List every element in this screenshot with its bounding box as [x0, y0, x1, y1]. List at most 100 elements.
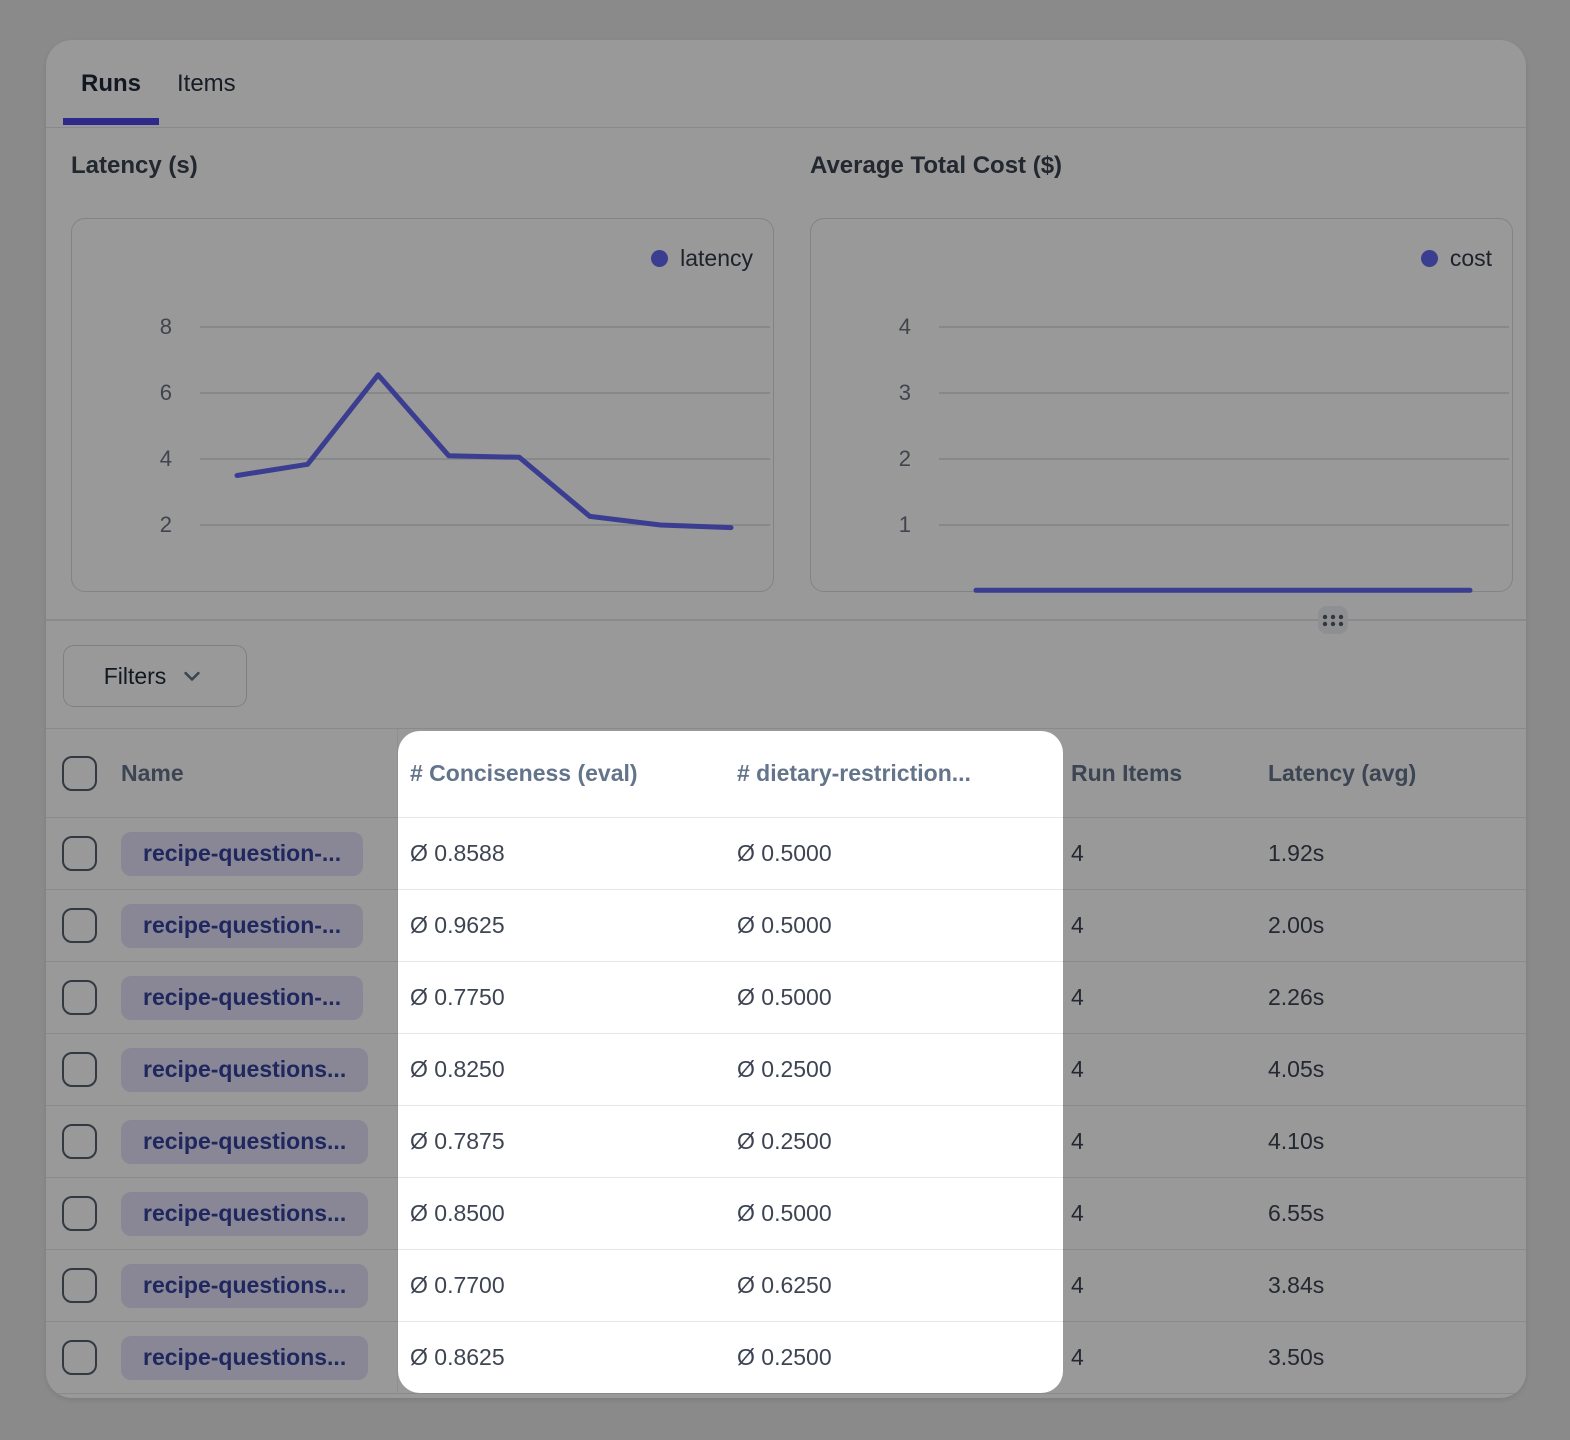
dietary-value: Ø 0.5000 [729, 984, 1062, 1011]
dietary-value: Ø 0.2500 [729, 1056, 1062, 1083]
tab-runs[interactable]: Runs [63, 40, 159, 127]
row-checkbox[interactable] [62, 1340, 97, 1375]
latency-value: 6.55s [1255, 1200, 1526, 1227]
latency-chart: latency 2468 [71, 218, 774, 592]
run-name-badge[interactable]: recipe-questions... [121, 1192, 368, 1236]
run-name-badge[interactable]: recipe-questions... [121, 1264, 368, 1308]
cost-chart-legend: cost [1421, 245, 1492, 272]
table-row[interactable]: recipe-questions... Ø 0.8625Ø 0.250043.5… [46, 1322, 1526, 1394]
page: Runs Items Latency (s) Average Total Cos… [0, 0, 1570, 1440]
run-name-badge[interactable]: recipe-question-... [121, 832, 363, 876]
run-items-value: 4 [1062, 1344, 1255, 1371]
table-row[interactable]: recipe-questions... Ø 0.8250Ø 0.250044.0… [46, 1034, 1526, 1106]
latency-chart-legend: latency [651, 245, 753, 272]
run-items-value: 4 [1062, 1056, 1255, 1083]
row-checkbox[interactable] [62, 836, 97, 871]
conciseness-value: Ø 0.8588 [397, 818, 729, 889]
latency-chart-plot [72, 219, 775, 593]
latency-value: 2.26s [1255, 984, 1526, 1011]
dietary-value: Ø 0.2500 [729, 1128, 1062, 1155]
latency-value: 4.05s [1255, 1056, 1526, 1083]
column-header-latency-avg[interactable]: Latency (avg) [1255, 760, 1526, 787]
row-checkbox[interactable] [62, 1196, 97, 1231]
run-name-cell: recipe-question-... [116, 904, 397, 948]
row-checkbox[interactable] [62, 980, 97, 1015]
tab-runs-label: Runs [81, 70, 141, 98]
conciseness-value: Ø 0.7875 [397, 1106, 729, 1177]
row-checkbox-cell [46, 1052, 116, 1087]
column-header-conciseness[interactable]: # Conciseness (eval) [397, 729, 729, 817]
conciseness-value: Ø 0.7750 [397, 962, 729, 1033]
latency-value: 3.84s [1255, 1272, 1526, 1299]
runs-table: Name # Conciseness (eval) # dietary-rest… [46, 728, 1526, 1398]
column-header-run-items[interactable]: Run Items [1062, 760, 1255, 787]
conciseness-value: Ø 0.8250 [397, 1034, 729, 1105]
latency-legend-dot-icon [651, 250, 668, 267]
run-items-value: 4 [1062, 1272, 1255, 1299]
row-checkbox-cell [46, 1340, 116, 1375]
y-axis-tick: 4 [102, 444, 172, 474]
dietary-value: Ø 0.5000 [729, 1200, 1062, 1227]
run-name-badge[interactable]: recipe-question-... [121, 904, 363, 948]
column-header-name[interactable]: Name [116, 760, 397, 787]
latency-value: 3.50s [1255, 1344, 1526, 1371]
tabs-bar: Runs Items [46, 40, 1526, 128]
run-name-badge[interactable]: recipe-questions... [121, 1336, 368, 1380]
run-name-cell: recipe-questions... [116, 1192, 397, 1236]
y-axis-tick: 3 [841, 378, 911, 408]
table-row[interactable]: recipe-questions... Ø 0.7700Ø 0.625043.8… [46, 1250, 1526, 1322]
grip-dots-icon [1320, 609, 1346, 631]
resize-handle[interactable] [1318, 606, 1348, 634]
tab-items-label: Items [177, 70, 236, 98]
filters-button-label: Filters [104, 663, 167, 690]
latency-value: 4.10s [1255, 1128, 1526, 1155]
run-name-cell: recipe-question-... [116, 832, 397, 876]
y-axis-tick: 6 [102, 378, 172, 408]
table-row[interactable]: recipe-questions... Ø 0.8500Ø 0.500046.5… [46, 1178, 1526, 1250]
table-header-row: Name # Conciseness (eval) # dietary-rest… [46, 729, 1526, 818]
run-name-cell: recipe-question-... [116, 976, 397, 1020]
table-row[interactable]: recipe-question-... Ø 0.8588Ø 0.500041.9… [46, 818, 1526, 890]
table-body: recipe-question-... Ø 0.8588Ø 0.500041.9… [46, 818, 1526, 1394]
run-items-value: 4 [1062, 984, 1255, 1011]
run-name-badge[interactable]: recipe-questions... [121, 1048, 368, 1092]
y-axis-tick: 2 [841, 444, 911, 474]
y-axis-tick: 1 [841, 510, 911, 540]
run-name-cell: recipe-questions... [116, 1264, 397, 1308]
select-all-checkbox[interactable] [62, 756, 97, 791]
cost-chart-plot [811, 219, 1514, 593]
run-items-value: 4 [1062, 1128, 1255, 1155]
table-row[interactable]: recipe-questions... Ø 0.7875Ø 0.250044.1… [46, 1106, 1526, 1178]
cost-chart-title: Average Total Cost ($) [810, 152, 1062, 180]
dietary-value: Ø 0.6250 [729, 1272, 1062, 1299]
conciseness-value: Ø 0.8500 [397, 1178, 729, 1249]
run-name-badge[interactable]: recipe-questions... [121, 1120, 368, 1164]
active-tab-underline [63, 118, 159, 125]
header-checkbox-cell [46, 756, 116, 791]
run-items-value: 4 [1062, 1200, 1255, 1227]
row-checkbox-cell [46, 1124, 116, 1159]
conciseness-value: Ø 0.8625 [397, 1322, 729, 1393]
section-divider [46, 619, 1526, 621]
row-checkbox-cell [46, 836, 116, 871]
latency-legend-label: latency [680, 245, 753, 272]
table-row[interactable]: recipe-question-... Ø 0.9625Ø 0.500042.0… [46, 890, 1526, 962]
row-checkbox[interactable] [62, 1052, 97, 1087]
column-header-dietary[interactable]: # dietary-restriction... [729, 760, 1062, 787]
conciseness-value: Ø 0.9625 [397, 890, 729, 961]
run-name-cell: recipe-questions... [116, 1120, 397, 1164]
tab-items[interactable]: Items [159, 40, 254, 127]
latency-chart-title: Latency (s) [71, 152, 198, 180]
latency-value: 1.92s [1255, 840, 1526, 867]
latency-value: 2.00s [1255, 912, 1526, 939]
run-name-cell: recipe-questions... [116, 1336, 397, 1380]
run-items-value: 4 [1062, 840, 1255, 867]
row-checkbox[interactable] [62, 1268, 97, 1303]
row-checkbox[interactable] [62, 1124, 97, 1159]
table-row[interactable]: recipe-question-... Ø 0.7750Ø 0.500042.2… [46, 962, 1526, 1034]
row-checkbox[interactable] [62, 908, 97, 943]
run-name-badge[interactable]: recipe-question-... [121, 976, 363, 1020]
filters-button[interactable]: Filters [63, 645, 247, 707]
conciseness-value: Ø 0.7700 [397, 1250, 729, 1321]
run-items-value: 4 [1062, 912, 1255, 939]
